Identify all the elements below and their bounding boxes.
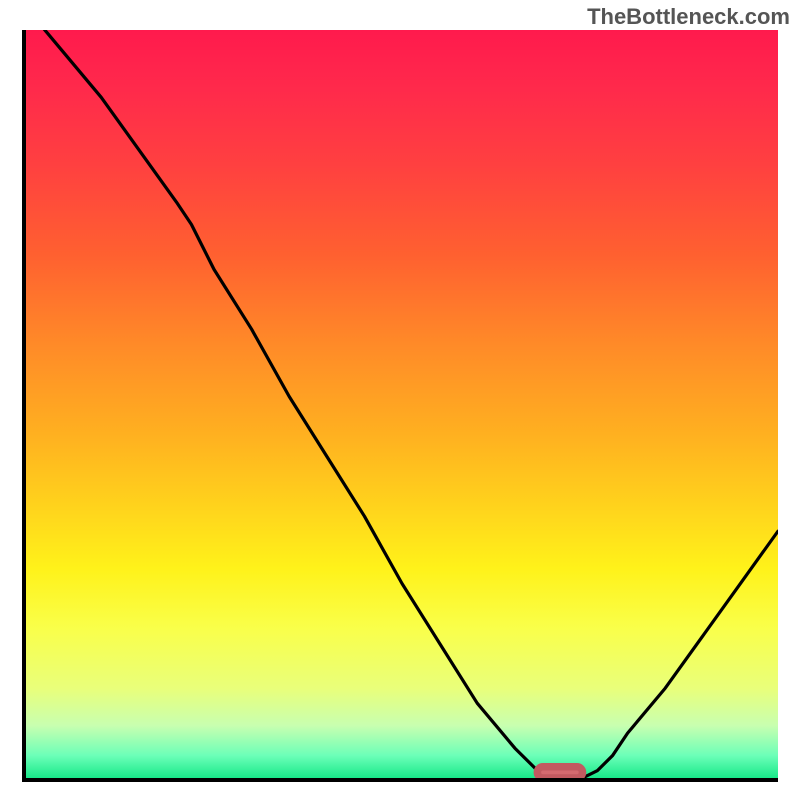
- heat-gradient-background: [26, 30, 778, 778]
- bottleneck-chart: TheBottleneck.com: [0, 0, 800, 800]
- plot-area: [22, 30, 778, 782]
- watermark-text: TheBottleneck.com: [587, 4, 790, 30]
